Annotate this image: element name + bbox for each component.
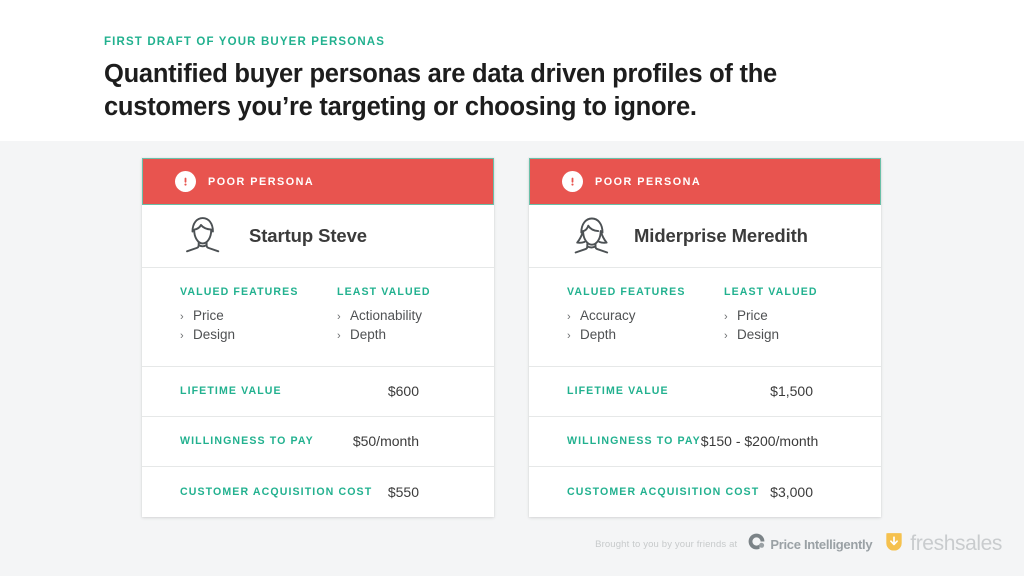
list-item: › Depth xyxy=(567,326,724,343)
least-valued-column: LEAST VALUED › Actionability › Depth xyxy=(337,286,494,346)
persona-features: VALUED FEATURES › Price › Design LEAST V… xyxy=(142,268,494,367)
feature-label: Depth xyxy=(580,327,617,343)
page-title: Quantified buyer personas are data drive… xyxy=(104,60,777,121)
feature-label: Actionability xyxy=(350,308,423,323)
persona-card: POOR PERSONA Startup Steve VALUED FEATUR… xyxy=(142,158,494,517)
feature-label: Design xyxy=(737,327,780,343)
metric-value: $3,000 xyxy=(770,483,813,500)
valued-features-column: VALUED FEATURES › Accuracy › Depth xyxy=(567,286,724,346)
metric-value: $150 - $200/month xyxy=(700,433,819,450)
metric-row-customer-acquisition-cost: CUSTOMER ACQUISITION COST $3,000 xyxy=(529,467,881,517)
metric-value: $1,500 xyxy=(770,383,813,400)
footer-credit-text: Brought to you by your friends at xyxy=(595,538,738,550)
metric-label: LIFETIME VALUE xyxy=(180,385,282,398)
chevron-bullet-icon: › xyxy=(567,311,571,323)
persona-status-banner: POOR PERSONA xyxy=(529,158,881,205)
feature-label: Price xyxy=(737,308,768,323)
persona-name: Miderprise Meredith xyxy=(634,225,808,246)
valued-features-title: VALUED FEATURES xyxy=(567,286,686,298)
list-item: › Accuracy xyxy=(567,307,724,324)
price-intelligently-mark-icon xyxy=(748,533,765,555)
least-valued-title: LEAST VALUED xyxy=(337,286,431,298)
metric-row-customer-acquisition-cost: CUSTOMER ACQUISITION COST $550 xyxy=(142,467,494,517)
freshsales-wordmark: freshsales xyxy=(910,532,1002,555)
metric-label: CUSTOMER ACQUISITION COST xyxy=(180,485,373,498)
header-band: FIRST DRAFT OF YOUR BUYER PERSONAS Quant… xyxy=(0,0,1024,141)
metric-label: WILLINGNESS TO PAY xyxy=(180,435,314,448)
metric-value: $600 xyxy=(387,383,419,400)
persona-identity-row: Startup Steve xyxy=(142,205,494,268)
metric-label: CUSTOMER ACQUISITION COST xyxy=(567,485,760,498)
female-avatar-icon xyxy=(565,212,618,261)
list-item: › Actionability xyxy=(337,307,494,324)
feature-label: Depth xyxy=(350,327,387,343)
list-item: › Design xyxy=(180,326,337,343)
freshsales-mark-icon xyxy=(883,531,905,558)
metric-label: LIFETIME VALUE xyxy=(567,385,669,398)
status-badge-label: POOR PERSONA xyxy=(595,175,702,188)
list-item: › Design xyxy=(724,326,881,343)
feature-label: Design xyxy=(193,327,236,343)
feature-label: Price xyxy=(193,308,224,323)
least-valued-column: LEAST VALUED › Price › Design xyxy=(724,286,881,346)
valued-features-title: VALUED FEATURES xyxy=(180,286,299,298)
metric-row-lifetime-value: LIFETIME VALUE $600 xyxy=(142,367,494,417)
list-item: › Depth xyxy=(337,326,494,343)
status-badge-label: POOR PERSONA xyxy=(208,175,315,188)
metric-row-lifetime-value: LIFETIME VALUE $1,500 xyxy=(529,367,881,417)
price-intelligently-logo: Price Intelligently xyxy=(748,533,873,555)
persona-features: VALUED FEATURES › Accuracy › Depth LEAST… xyxy=(529,268,881,367)
metric-value: $50/month xyxy=(352,433,419,450)
chevron-bullet-icon: › xyxy=(180,330,184,343)
persona-status-banner: POOR PERSONA xyxy=(142,158,494,205)
price-intelligently-wordmark: Price Intelligently xyxy=(770,536,873,552)
chevron-bullet-icon: › xyxy=(337,311,341,323)
alert-exclamation-icon xyxy=(175,171,196,192)
freshsales-logo: freshsales xyxy=(883,531,1002,558)
chevron-bullet-icon: › xyxy=(180,311,184,323)
least-valued-title: LEAST VALUED xyxy=(724,286,818,298)
footer-attribution: Brought to you by your friends at Price … xyxy=(595,531,1002,557)
chevron-bullet-icon: › xyxy=(337,330,341,343)
metric-value: $550 xyxy=(387,483,419,500)
persona-card: POOR PERSONA Miderprise Meredith VALUED … xyxy=(529,158,881,517)
alert-exclamation-icon xyxy=(562,171,583,192)
valued-features-column: VALUED FEATURES › Price › Design xyxy=(180,286,337,346)
male-avatar-icon xyxy=(178,212,227,261)
feature-label: Accuracy xyxy=(580,308,636,323)
metric-row-willingness-to-pay: WILLINGNESS TO PAY $150 - $200/month xyxy=(529,417,881,467)
persona-name: Startup Steve xyxy=(249,225,367,246)
list-item: › Price xyxy=(180,307,337,324)
list-item: › Price xyxy=(724,307,881,324)
persona-identity-row: Miderprise Meredith xyxy=(529,205,881,268)
chevron-bullet-icon: › xyxy=(567,330,571,343)
chevron-bullet-icon: › xyxy=(724,311,728,323)
metric-label: WILLINGNESS TO PAY xyxy=(567,435,701,448)
metric-row-willingness-to-pay: WILLINGNESS TO PAY $50/month xyxy=(142,417,494,467)
chevron-bullet-icon: › xyxy=(724,330,728,343)
kicker-eyebrow: FIRST DRAFT OF YOUR BUYER PERSONAS xyxy=(104,36,386,48)
